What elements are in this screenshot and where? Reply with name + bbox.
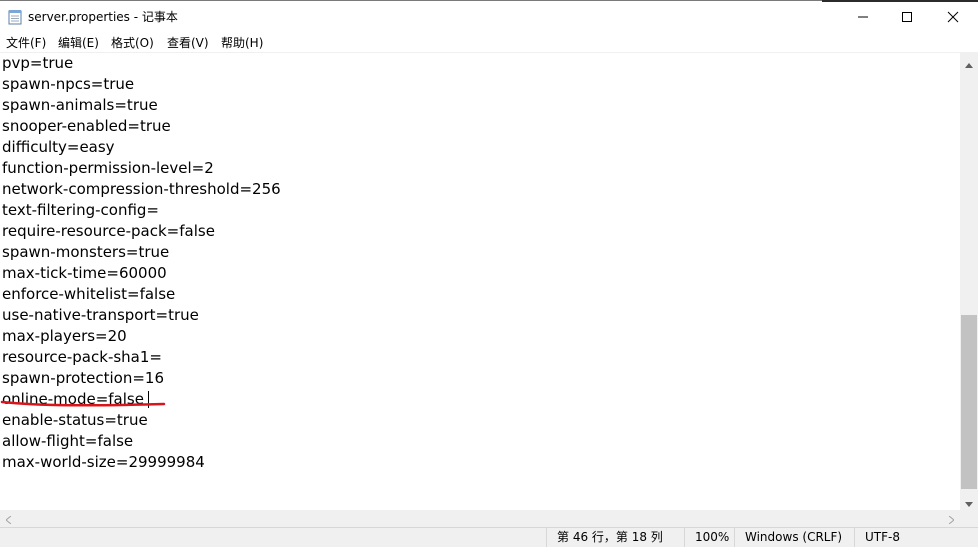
status-zoom: 100% [684, 528, 736, 547]
status-line-ending: Windows (CRLF) [734, 528, 854, 547]
vertical-scrollbar[interactable] [960, 53, 978, 510]
close-button[interactable] [930, 1, 976, 34]
window-title: server.properties - 记事本 [28, 10, 178, 24]
text-line: pvp=true [2, 54, 74, 72]
horizontal-scrollbar[interactable] [0, 510, 960, 527]
menu-view[interactable]: 查看(V) [167, 35, 209, 51]
chevron-right-icon [948, 509, 955, 528]
text-line: require-resource-pack=false [2, 222, 215, 240]
notepad-icon [8, 9, 22, 25]
red-annotation-underline [0, 400, 166, 407]
chevron-down-icon [965, 492, 973, 511]
scrollbar-corner [960, 510, 978, 527]
menu-format[interactable]: 格式(O) [111, 35, 154, 51]
text-line: spawn-animals=true [2, 96, 158, 114]
text-line: resource-pack-sha1= [2, 348, 162, 366]
minimize-button[interactable] [840, 1, 886, 34]
text-line: function-permission-level=2 [2, 159, 214, 177]
menu-help[interactable]: 帮助(H) [221, 35, 263, 51]
text-line: enforce-whitelist=false [2, 285, 176, 303]
status-encoding: UTF-8 [854, 528, 978, 547]
maximize-icon [901, 8, 913, 27]
text-line: text-filtering-config= [2, 201, 159, 219]
text-line: spawn-monsters=true [2, 243, 170, 261]
text-line: spawn-npcs=true [2, 75, 135, 93]
text-line: allow-flight=false [2, 432, 134, 450]
text-line: enable-status=true [2, 411, 148, 429]
scroll-down-button[interactable] [960, 492, 978, 510]
status-bar: 第 46 行，第 18 列 100% Windows (CRLF) UTF-8 [0, 527, 978, 547]
text-line: difficulty=easy [2, 138, 115, 156]
text-line: use-native-transport=true [2, 306, 199, 324]
minimize-icon [857, 8, 869, 27]
scroll-up-button[interactable] [960, 53, 978, 71]
text-line: max-world-size=29999984 [2, 453, 205, 471]
scroll-left-button[interactable] [0, 510, 17, 527]
text-line: network-compression-threshold=256 [2, 180, 281, 198]
close-icon [947, 8, 959, 27]
menu-file[interactable]: 文件(F) [6, 35, 46, 51]
text-line: spawn-protection=16 [2, 369, 164, 387]
text-line: snooper-enabled=true [2, 117, 171, 135]
status-cursor-position: 第 46 行，第 18 列 [546, 528, 696, 547]
text-editor[interactable]: pvp=true spawn-npcs=true spawn-animals=t… [0, 53, 960, 510]
scroll-right-button[interactable] [943, 510, 960, 527]
vertical-scroll-thumb[interactable] [961, 315, 977, 489]
menu-edit[interactable]: 编辑(E) [58, 35, 99, 51]
text-line: max-tick-time=60000 [2, 264, 167, 282]
text-line: max-players=20 [2, 327, 127, 345]
menu-bar: 文件(F) 编辑(E) 格式(O) 查看(V) 帮助(H) [0, 33, 978, 53]
title-bar[interactable]: server.properties - 记事本 [0, 0, 978, 33]
chevron-left-icon [5, 509, 12, 528]
maximize-button[interactable] [884, 1, 930, 34]
chevron-up-icon [965, 53, 973, 72]
